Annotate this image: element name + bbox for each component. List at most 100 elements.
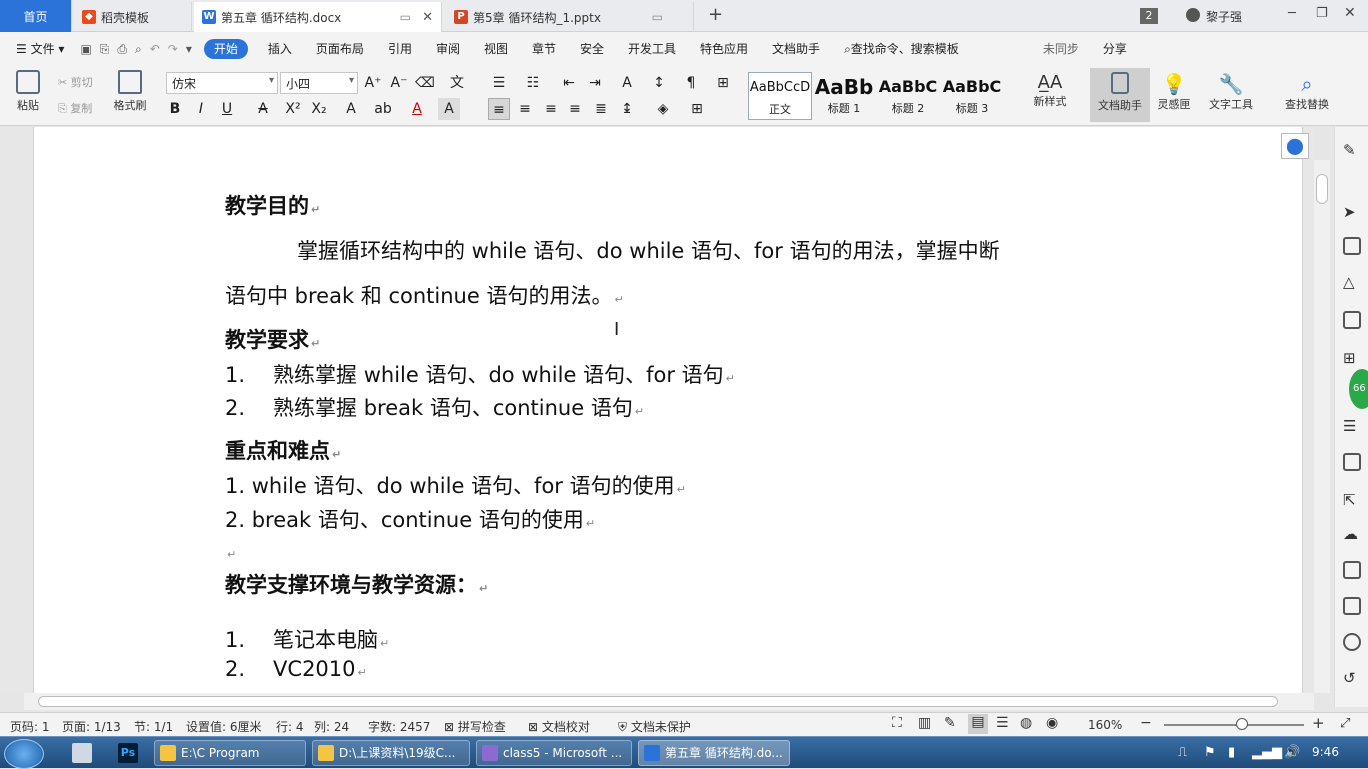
status-word-count[interactable]: 字数: 2457 bbox=[368, 718, 430, 735]
grow-font-icon[interactable]: A⁺ bbox=[362, 72, 384, 94]
user-name[interactable]: 黎子强 bbox=[1206, 8, 1242, 25]
tab-home[interactable]: 首页 bbox=[0, 0, 72, 32]
restore-icon[interactable]: ❐ bbox=[1316, 6, 1328, 21]
expand-icon[interactable]: ⤢ bbox=[1340, 716, 1350, 731]
settings-icon[interactable] bbox=[1343, 633, 1361, 651]
font-color-icon[interactable]: A bbox=[406, 98, 428, 120]
taskbar-item-explorer-1[interactable]: E:\C Program bbox=[154, 740, 306, 766]
share-button[interactable]: 分享 bbox=[1091, 32, 1139, 66]
window-count-badge[interactable]: 2 bbox=[1140, 8, 1158, 24]
menu-developer[interactable]: 开发工具 bbox=[616, 32, 688, 66]
char-shading-icon[interactable]: A bbox=[438, 98, 460, 120]
save-icon[interactable]: ▣ bbox=[76, 32, 95, 66]
edit-mode-icon[interactable]: ✎ bbox=[944, 715, 956, 731]
menu-references[interactable]: 引用 bbox=[376, 32, 424, 66]
menu-layout[interactable]: 页面布局 bbox=[304, 32, 376, 66]
monitor-icon[interactable]: ▭ bbox=[652, 10, 663, 24]
box-icon[interactable] bbox=[1343, 561, 1361, 579]
zoom-out-icon[interactable]: − bbox=[1140, 715, 1152, 731]
window-close-icon[interactable]: ✕ bbox=[1344, 5, 1356, 21]
style-heading-1[interactable]: AaBb 标题 1 bbox=[812, 72, 876, 120]
menu-start[interactable]: 开始 bbox=[203, 39, 248, 59]
style-heading-2[interactable]: AaBbC 标题 2 bbox=[876, 72, 940, 120]
highlight-icon[interactable]: ab bbox=[372, 98, 394, 120]
align-center-icon[interactable]: ≡ bbox=[514, 98, 536, 120]
clear-format-icon[interactable]: ⌫ bbox=[414, 72, 436, 94]
underline-icon[interactable]: U bbox=[216, 98, 238, 120]
taskbar-item-wps[interactable]: 第五章 循环结构.do... bbox=[638, 740, 790, 766]
copy-button[interactable]: ⎘ 复制 bbox=[58, 100, 92, 116]
subscript-icon[interactable]: X₂ bbox=[308, 98, 330, 120]
font-size-select[interactable]: 小四 bbox=[280, 72, 358, 94]
menu-doc-assistant[interactable]: 文档助手 bbox=[760, 32, 832, 66]
clock[interactable]: 9:46 bbox=[1312, 745, 1339, 759]
phonetic-icon[interactable]: 文 bbox=[446, 72, 468, 94]
tab-pptx[interactable]: P 第5章 循环结构_1.pptx ▭ bbox=[446, 2, 694, 32]
reading-mode-icon[interactable]: ▥ bbox=[918, 715, 931, 731]
find-replace-button[interactable]: ⌕ 查找替换 bbox=[1278, 72, 1336, 112]
web-view-icon[interactable]: ◍ bbox=[1020, 715, 1032, 731]
align-right-icon[interactable]: ≡ bbox=[540, 98, 562, 120]
align-left-icon[interactable]: ≡ bbox=[488, 98, 510, 120]
menu-view[interactable]: 视图 bbox=[472, 32, 520, 66]
zoom-level[interactable]: 160% bbox=[1088, 718, 1122, 732]
document-page[interactable]: 教学目的 ↵ 掌握循环结构中的 while 语句、do while 语句、for … bbox=[33, 127, 1303, 693]
increase-indent-icon[interactable]: ⇥ bbox=[584, 72, 606, 94]
horizontal-scroll-thumb[interactable] bbox=[38, 696, 1278, 707]
tray-network-icon[interactable]: ⎍ bbox=[1178, 745, 1187, 760]
line-spacing-icon[interactable]: ↨ bbox=[616, 98, 638, 120]
format-painter-button[interactable]: 格式刷 bbox=[110, 70, 150, 113]
monitor-icon[interactable]: ▭ bbox=[400, 10, 411, 24]
menu-security[interactable]: 安全 bbox=[568, 32, 616, 66]
decrease-indent-icon[interactable]: ⇤ bbox=[558, 72, 580, 94]
chinese-layout-icon[interactable]: A bbox=[616, 72, 638, 94]
image-icon[interactable] bbox=[1343, 453, 1361, 471]
photoshop-icon[interactable]: Ps bbox=[118, 743, 138, 763]
vertical-scroll-thumb[interactable] bbox=[1316, 174, 1328, 204]
tab-docx[interactable]: W 第五章 循环结构.docx ▭ ✕ bbox=[194, 2, 442, 32]
shapes-icon[interactable] bbox=[1343, 237, 1361, 255]
horizontal-scrollbar[interactable] bbox=[24, 693, 1314, 710]
print-icon[interactable]: ⎙ bbox=[113, 32, 131, 66]
zoom-slider-handle[interactable] bbox=[1236, 718, 1248, 730]
grid-icon[interactable] bbox=[1343, 311, 1361, 329]
command-search[interactable]: ⌕查找命令、搜索模板 bbox=[832, 32, 971, 66]
sync-status[interactable]: 未同步 bbox=[1031, 32, 1091, 66]
borders-icon[interactable]: ⊞ bbox=[686, 98, 708, 120]
strikethrough-icon[interactable]: A bbox=[252, 98, 274, 120]
pointer-icon[interactable]: ➤ bbox=[1343, 203, 1361, 221]
close-icon[interactable]: ✕ bbox=[422, 10, 433, 25]
location-pin-icon[interactable]: ⬤ bbox=[1281, 133, 1309, 159]
font-family-select[interactable]: 仿宋 bbox=[166, 72, 278, 94]
distribute-icon[interactable]: ≣ bbox=[590, 98, 612, 120]
edit-icon[interactable]: ✎ bbox=[1343, 141, 1361, 159]
bullets-icon[interactable]: ☰ bbox=[488, 72, 510, 94]
bold-icon[interactable]: B bbox=[164, 98, 186, 120]
doc-assistant-button[interactable]: 文档助手 bbox=[1090, 68, 1150, 122]
tab-docer-templates[interactable]: ◆ 稻壳模板 bbox=[74, 2, 192, 32]
page-view-icon[interactable]: ▤ bbox=[968, 714, 988, 734]
picture-icon[interactable] bbox=[1343, 597, 1361, 615]
zoom-slider[interactable] bbox=[1164, 724, 1304, 726]
fullscreen-icon[interactable]: ⛶ bbox=[892, 715, 902, 731]
menu-chapter[interactable]: 章节 bbox=[520, 32, 568, 66]
minimize-icon[interactable]: ─ bbox=[1288, 6, 1296, 21]
menu-special[interactable]: 特色应用 bbox=[688, 32, 760, 66]
spell-check-toggle[interactable]: ⊠ 拼写检查 bbox=[444, 718, 506, 735]
paste-button[interactable]: 粘贴 bbox=[10, 70, 46, 113]
show-marks-icon[interactable]: ¶ bbox=[680, 72, 702, 94]
start-button[interactable] bbox=[4, 739, 44, 769]
new-tab-button[interactable]: + bbox=[708, 4, 723, 25]
floating-badge[interactable]: 66 bbox=[1349, 369, 1368, 409]
new-style-button[interactable]: A̲A 新样式 bbox=[1026, 72, 1074, 109]
inspiration-button[interactable]: 💡 灵感匣 bbox=[1154, 72, 1194, 112]
tray-flag-icon[interactable]: ⚑ bbox=[1204, 745, 1216, 760]
text-tools-button[interactable]: 🔧 文字工具 bbox=[1200, 72, 1262, 112]
export-icon[interactable]: ⎘ bbox=[96, 32, 114, 66]
sort-icon[interactable]: ↕ bbox=[648, 72, 670, 94]
preview-icon[interactable]: ⌕ bbox=[131, 32, 146, 66]
numbering-icon[interactable]: ☷ bbox=[522, 72, 544, 94]
shrink-font-icon[interactable]: A⁻ bbox=[388, 72, 410, 94]
desktop-icon[interactable] bbox=[72, 743, 92, 763]
tray-battery-icon[interactable]: ▮ bbox=[1228, 745, 1235, 760]
